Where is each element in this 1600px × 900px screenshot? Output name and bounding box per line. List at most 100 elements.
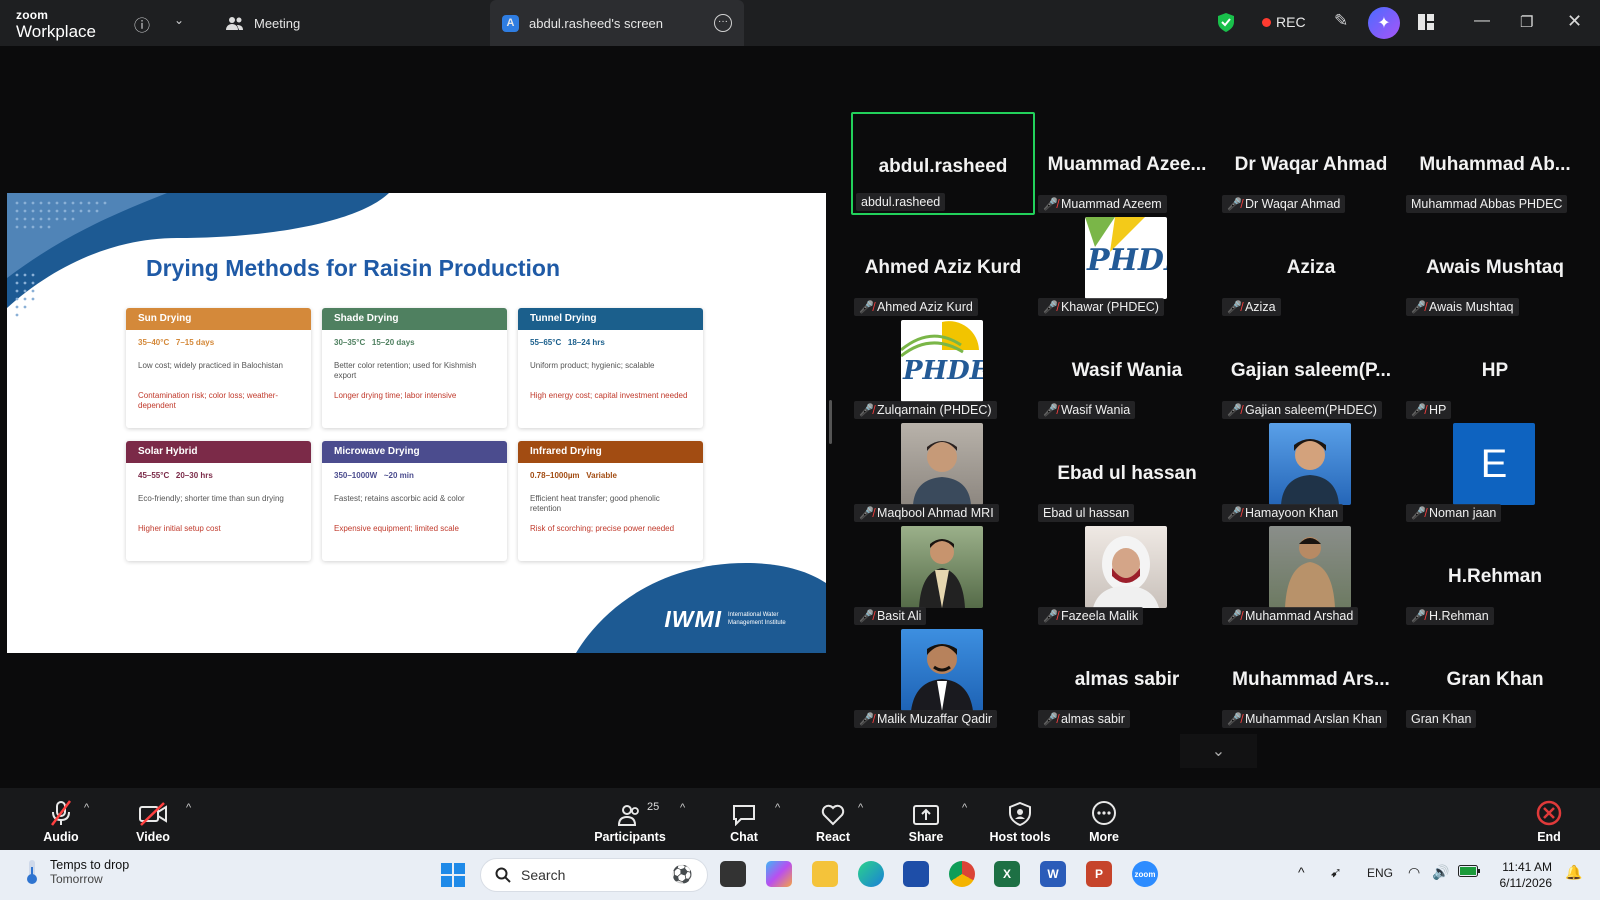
participant-display-name: Muhammad Ab... — [1419, 154, 1571, 175]
copilot-icon[interactable] — [766, 861, 792, 887]
participant-tile[interactable]: Muammad Azee... 🎤̸ Muammad Azeem — [1035, 112, 1219, 215]
share-options-caret-icon[interactable]: ^ — [962, 802, 967, 814]
participant-tile[interactable]: Awais Mushtaq 🎤̸ Awais Mushtaq — [1403, 215, 1587, 318]
mic-muted-icon: 🎤̸ — [1227, 712, 1242, 726]
participant-tile[interactable]: 🎤̸ Malik Muzaffar Qadir — [851, 627, 1035, 730]
clock-date: 6/11/2026 — [1499, 876, 1553, 890]
audio-button[interactable]: Audio — [36, 788, 86, 850]
share-button[interactable]: Share — [901, 788, 951, 850]
recording-indicator[interactable]: REC — [1262, 14, 1306, 30]
mic-muted-icon: 🎤̸ — [1043, 609, 1058, 623]
card-con: Longer drying time; labor intensive — [334, 391, 457, 400]
task-view-icon[interactable] — [720, 861, 746, 887]
gallery-scroll-down-button[interactable]: ⌄ — [1180, 734, 1257, 768]
participants-button[interactable]: Participants — [590, 788, 670, 850]
participant-video — [1269, 423, 1351, 505]
card-time: 18–24 hrs — [567, 338, 605, 347]
participant-video — [901, 526, 983, 608]
participant-tile[interactable]: Wasif Wania 🎤̸ Wasif Wania — [1035, 318, 1219, 421]
video-options-caret-icon[interactable]: ^ — [186, 802, 191, 814]
file-explorer-icon[interactable] — [812, 861, 838, 887]
excel-icon[interactable]: X — [994, 861, 1020, 887]
info-icon[interactable]: ⓘ — [134, 12, 150, 36]
phdec-logo-text: PHDE — [1087, 243, 1167, 278]
audio-options-caret-icon[interactable]: ^ — [84, 802, 89, 814]
windows-taskbar: Temps to drop Tomorrow Search ⚽ X W P zo… — [0, 850, 1600, 900]
chat-button[interactable]: Chat — [719, 788, 769, 850]
participant-name-label: abdul.rasheed — [856, 193, 946, 211]
weather-widget[interactable]: Temps to drop Tomorrow — [24, 858, 129, 886]
participant-tile[interactable]: abdul.rasheed abdul.rasheed — [851, 112, 1035, 215]
participant-tile[interactable]: 🎤̸ Muhammad Arshad — [1219, 524, 1403, 627]
chevron-up-icon[interactable]: ^ — [1298, 864, 1305, 880]
powerpoint-icon[interactable]: P — [1086, 861, 1112, 887]
participants-options-caret-icon[interactable]: ^ — [680, 802, 685, 814]
wifi-icon[interactable]: ◠ — [1408, 864, 1420, 881]
react-options-caret-icon[interactable]: ^ — [858, 802, 863, 814]
minimize-icon[interactable]: — — [1474, 12, 1490, 30]
restore-icon[interactable]: ❐ — [1520, 13, 1533, 31]
participant-tile[interactable]: Muhammad Ab... Muhammad Abbas PHDEC — [1403, 112, 1587, 215]
video-button[interactable]: Video — [128, 788, 178, 850]
participant-tile[interactable]: PHDE 🎤̸Khawar (PHDEC) — [1035, 215, 1219, 318]
location-icon[interactable]: ➹ — [1330, 864, 1342, 881]
participant-tile[interactable]: H.Rehman 🎤̸ H.Rehman — [1403, 524, 1587, 627]
participant-tile[interactable]: Muhammad Ars... 🎤̸ Muhammad Arslan Khan — [1219, 627, 1403, 730]
end-meeting-button[interactable]: End — [1524, 788, 1574, 850]
layout-icon[interactable] — [1418, 14, 1434, 30]
battery-icon[interactable] — [1458, 865, 1480, 880]
participant-name: H.Rehman — [1428, 609, 1489, 623]
host-tools-button[interactable]: Host tools — [988, 788, 1052, 850]
participant-tile[interactable]: E 🎤̸ Noman jaan — [1403, 421, 1587, 524]
zoom-app-icon[interactable]: zoom — [1132, 861, 1158, 887]
chevron-down-icon[interactable]: ⌄ — [174, 13, 184, 27]
chat-options-caret-icon[interactable]: ^ — [775, 802, 780, 814]
card-header: Infrared Drying — [518, 441, 703, 463]
participant-display-name: Gran Khan — [1446, 669, 1544, 690]
participant-tile[interactable]: 🎤̸ Maqbool Ahmad MRI — [851, 421, 1035, 524]
mic-muted-icon: 🎤̸ — [1411, 403, 1426, 417]
participant-avatar-logo: PHDEC — [901, 320, 983, 402]
participant-initial-avatar: E — [1453, 423, 1535, 505]
logo-top-text: zoom — [16, 8, 49, 22]
close-icon[interactable]: ✕ — [1567, 11, 1582, 32]
participant-name: Zulqarnain (PHDEC) — [876, 403, 992, 417]
shield-icon[interactable] — [1218, 13, 1234, 32]
notification-bell-icon[interactable]: 🔔 — [1565, 864, 1582, 881]
title-bar: zoom Workplace ⓘ ⌄ Meeting A abdul.rashe… — [0, 0, 1600, 46]
participant-tile[interactable]: PHDEC 🎤̸Zulqarnain (PHDEC) — [851, 318, 1035, 421]
method-card: Infrared Drying 0.78–1000µm Variable Eff… — [518, 441, 703, 561]
participant-tile[interactable]: Gajian saleem(P... 🎤̸ Gajian saleem(PHDEC… — [1219, 318, 1403, 421]
windows-start-icon[interactable] — [441, 863, 465, 887]
participant-tile[interactable]: 🎤̸ Basit Ali — [851, 524, 1035, 627]
card-temp: 30–35°C — [334, 338, 366, 347]
participant-tile[interactable]: Aziza 🎤̸ Aziza — [1219, 215, 1403, 318]
participant-tile[interactable]: 🎤̸ Hamayoon Khan — [1219, 421, 1403, 524]
volume-icon[interactable]: 🔊 — [1432, 864, 1449, 881]
participant-tile[interactable]: Ebad ul hassan Ebad ul hassan — [1035, 421, 1219, 524]
chrome-icon[interactable] — [949, 861, 975, 887]
tab-meeting[interactable]: Meeting — [226, 0, 300, 46]
mic-muted-icon: 🎤̸ — [1227, 609, 1242, 623]
more-button[interactable]: More — [1079, 788, 1129, 850]
person-silhouette — [919, 539, 965, 608]
taskbar-search-box[interactable]: Search ⚽ — [480, 858, 708, 892]
edge-browser-icon[interactable] — [858, 861, 884, 887]
participant-tile[interactable]: Dr Waqar Ahmad 🎤̸ Dr Waqar Ahmad — [1219, 112, 1403, 215]
system-clock[interactable]: 11:41 AM 6/11/2026 — [1500, 859, 1553, 891]
tab-shared-screen[interactable]: A abdul.rasheed's screen ··· — [490, 0, 744, 46]
word-icon[interactable]: W — [1040, 861, 1066, 887]
microsoft-store-icon[interactable] — [903, 861, 929, 887]
participant-tile[interactable]: almas sabir 🎤̸ almas sabir — [1035, 627, 1219, 730]
participant-tile[interactable]: Gran Khan Gran Khan — [1403, 627, 1587, 730]
participant-display-name: Wasif Wania — [1071, 360, 1183, 381]
more-icon[interactable]: ··· — [714, 14, 732, 32]
language-indicator[interactable]: ENG — [1367, 866, 1393, 880]
split-view-resize-handle[interactable] — [829, 400, 832, 444]
participant-tile[interactable]: Ahmed Aziz Kurd 🎤̸ Ahmed Aziz Kurd — [851, 215, 1035, 318]
pencil-icon[interactable]: ✎ — [1334, 11, 1348, 31]
participant-tile[interactable]: 🎤̸ Fazeela Malik — [1035, 524, 1219, 627]
ai-companion-icon[interactable]: ✦ — [1368, 7, 1400, 39]
react-button[interactable]: React — [808, 788, 858, 850]
participant-tile[interactable]: HP 🎤̸ HP — [1403, 318, 1587, 421]
